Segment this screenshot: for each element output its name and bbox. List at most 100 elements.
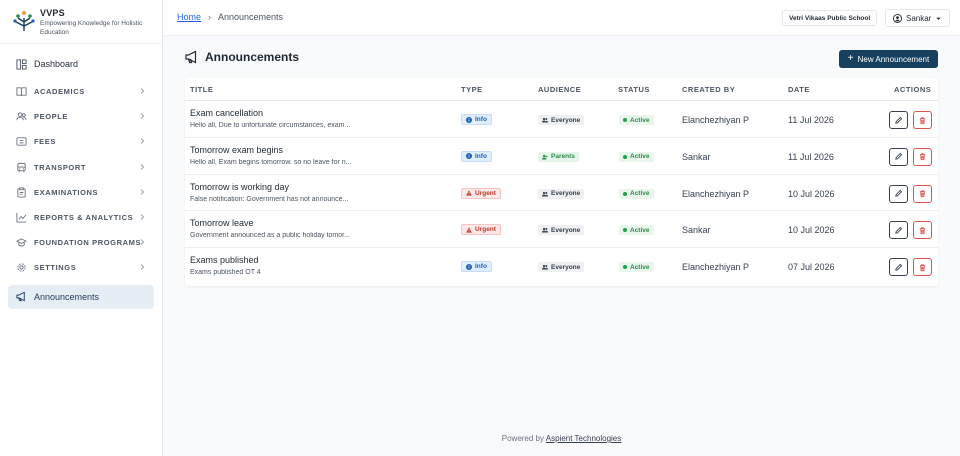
new-announcement-label: New Announcement	[857, 54, 930, 64]
announcement-title: Tomorrow exam begins	[190, 144, 284, 155]
date: 10 Jul 2026	[788, 225, 835, 236]
audience-badge: Everyone	[538, 225, 585, 236]
edit-button[interactable]	[889, 258, 908, 277]
trash-icon	[919, 153, 926, 161]
chevron-right-icon	[140, 214, 145, 220]
sidebar-item-fees[interactable]: FEES	[0, 129, 162, 154]
sidebar-item-people[interactable]: PEOPLE	[0, 104, 162, 129]
audience-badge: Everyone	[538, 115, 585, 125]
status-label: Active	[630, 153, 650, 161]
delete-button[interactable]	[913, 221, 932, 240]
main-content: Announcements + New Announcement TITLE T…	[163, 36, 960, 456]
created-by: Elanchezhiyan P	[682, 115, 750, 125]
sidebar-item-reports[interactable]: REPORTS & ANALYTICS	[0, 205, 162, 230]
delete-button[interactable]	[913, 184, 932, 203]
announcement-title: Exam cancellation	[190, 108, 264, 118]
announcement-title: Tomorrow leave	[190, 218, 254, 229]
sidebar-item-foundation[interactable]: FOUNDATION PROGRAMS	[0, 230, 162, 255]
announcement-snippet: Hello all, Due to unfortunate circumstan…	[190, 122, 351, 129]
column-header-actions: ACTIONS	[894, 85, 932, 94]
table-row[interactable]: Tomorrow leave Government announced as a…	[185, 211, 938, 249]
brand-tagline: Empowering Knowledge for Holistic Educat…	[40, 20, 143, 36]
caret-down-icon	[936, 17, 942, 20]
new-announcement-button[interactable]: + New Announcement	[839, 50, 938, 68]
status-label: Active	[630, 263, 650, 271]
delete-button[interactable]	[913, 258, 932, 277]
audience-badge: Everyone	[538, 262, 585, 273]
gear-icon	[16, 262, 27, 273]
type-badge: Urgent	[461, 187, 501, 199]
sidebar: VVPS Empowering Knowledge for Holistic E…	[0, 0, 163, 456]
brand[interactable]: VVPS Empowering Knowledge for Holistic E…	[0, 0, 162, 44]
type-badge: Info	[461, 150, 492, 162]
edit-button[interactable]	[889, 184, 908, 203]
breadcrumb-separator: ›	[208, 12, 212, 22]
audience-label: Everyone	[551, 190, 581, 198]
trash-icon	[919, 264, 926, 271]
pencil-icon	[895, 226, 903, 234]
footer: Powered by Aspient Technologies	[163, 434, 960, 443]
announcement-title: Tomorrow is working day	[190, 181, 290, 192]
table-row[interactable]: Exam cancellation Hello all, Due to unfo…	[185, 101, 938, 138]
breadcrumb-current: Announcements	[218, 12, 284, 22]
created-by: Sankar	[682, 225, 711, 236]
type-badge: Info	[461, 261, 492, 273]
edit-button[interactable]	[889, 221, 908, 240]
sidebar-item-dashboard[interactable]: Dashboard	[0, 49, 162, 79]
status-badge: Active	[619, 188, 654, 199]
created-by: Elanchezhiyan P	[682, 188, 750, 199]
status-dot-icon	[623, 228, 627, 233]
date: 07 Jul 2026	[788, 262, 835, 273]
audience-label: Parents	[551, 153, 575, 161]
created-by: Elanchezhiyan P	[682, 262, 750, 273]
sidebar-item-settings[interactable]: SETTINGS	[0, 255, 162, 280]
sidebar-item-announcements[interactable]: Announcements	[8, 284, 154, 309]
status-dot-icon	[623, 118, 627, 122]
announcement-snippet: Exams published OT 4	[190, 269, 261, 277]
edit-button[interactable]	[889, 147, 908, 166]
footer-link[interactable]: Aspient Technologies	[546, 434, 621, 443]
delete-button[interactable]	[913, 147, 932, 166]
column-header-status: STATUS	[618, 85, 650, 94]
sidebar-item-label: ACADEMICS	[34, 87, 85, 97]
plus-icon: +	[847, 53, 854, 64]
audience-badge: Parents	[538, 151, 579, 162]
status-label: Active	[630, 116, 650, 124]
pencil-icon	[895, 189, 903, 197]
sidebar-item-transport[interactable]: TRANSPORT	[0, 155, 162, 180]
user-menu[interactable]: Sankar	[885, 9, 951, 27]
table-row[interactable]: Tomorrow exam begins Hello all, Exam beg…	[185, 138, 938, 175]
chevron-right-icon	[140, 113, 145, 120]
date: 10 Jul 2026	[788, 188, 835, 199]
warning-icon	[466, 190, 472, 196]
info-icon	[466, 116, 472, 123]
delete-button[interactable]	[913, 111, 932, 129]
user-name: Sankar	[906, 13, 932, 23]
sidebar-item-label: FOUNDATION PROGRAMS	[34, 238, 142, 248]
status-badge: Active	[619, 262, 654, 273]
info-icon	[466, 153, 472, 160]
topbar: Home › Announcements Vetri Vikaas Public…	[163, 0, 960, 36]
type-label: Info	[475, 116, 487, 123]
warning-icon	[466, 227, 472, 233]
type-badge: Info	[461, 114, 492, 125]
table-row[interactable]: Tomorrow is working day False notificati…	[185, 175, 938, 212]
column-header-type: TYPE	[461, 85, 483, 94]
type-badge: Urgent	[461, 224, 501, 236]
sidebar-item-label: Dashboard	[34, 59, 79, 69]
graduation-cap-icon	[16, 237, 27, 248]
announcement-snippet: Government announced as a public holiday…	[190, 232, 350, 240]
user-icon	[893, 13, 902, 23]
sidebar-item-academics[interactable]: ACADEMICS	[0, 79, 162, 104]
parent-icon	[542, 154, 548, 160]
type-label: Urgent	[475, 226, 496, 234]
sidebar-item-label: FEES	[34, 137, 56, 147]
brand-name: VVPS	[40, 8, 65, 18]
book-icon	[16, 86, 27, 97]
sidebar-item-examinations[interactable]: EXAMINATIONS	[0, 180, 162, 205]
table-row[interactable]: Exams published Exams published OT 4 Inf…	[185, 248, 938, 285]
megaphone-icon	[185, 50, 197, 64]
table-header: TITLE TYPE AUDIENCE STATUS CREATED BY DA…	[185, 78, 938, 101]
breadcrumb-home-link[interactable]: Home	[177, 12, 201, 22]
edit-button[interactable]	[889, 111, 908, 129]
